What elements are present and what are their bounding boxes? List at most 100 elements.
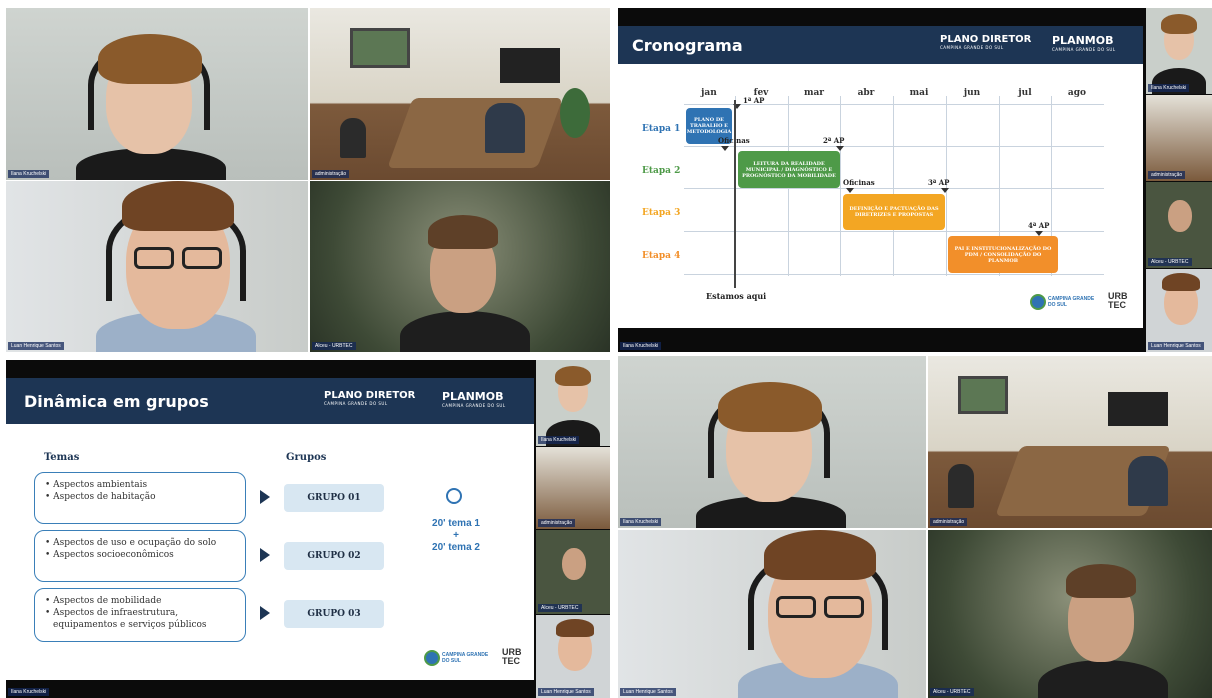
side-tile-alceu[interactable]: Alceu - URBTEC: [536, 530, 610, 614]
name-tag-luan: Luan Henrique Santos: [620, 688, 676, 696]
etapa-3-bar: DEFINIÇÃO E PACTUAÇÃO DAS DIRETRIZES E P…: [843, 194, 945, 230]
slide-header: Dinâmica em grupos PLANO DIRETOR CAMPINA…: [6, 378, 534, 424]
oficinas-label: Oficinas: [843, 178, 875, 187]
name-tag-admin: administração: [312, 170, 350, 178]
temas-box-3: • Aspectos de mobilidade • Aspectos de i…: [34, 588, 246, 642]
urbtec-logo: URB TEC: [1108, 291, 1128, 310]
quadrant-bottom-left: Dinâmica em grupos PLANO DIRETOR CAMPINA…: [6, 360, 610, 698]
tema-item: • Aspectos ambientais: [45, 480, 148, 490]
tema-item: • Aspectos de habitação: [45, 492, 156, 502]
slide-dinamica: Dinâmica em grupos PLANO DIRETOR CAMPINA…: [6, 378, 534, 680]
side-tile-admin[interactable]: administração: [536, 447, 610, 529]
arrow-icon: [260, 548, 270, 562]
tema-item: • Aspectos de mobilidade: [45, 596, 162, 606]
arrow-icon: [260, 490, 270, 504]
side-tile-luan[interactable]: Luan Henrique Santos: [536, 615, 610, 698]
planmob-logo: PLANMOB CAMPINA GRANDE DO SUL: [442, 390, 506, 408]
grupo-03: GRUPO 03: [284, 600, 384, 628]
ap1-label: 1ª AP: [743, 96, 765, 105]
municipality-seal: [424, 650, 440, 666]
name-tag-ilana: Ilana Kruchelski: [620, 518, 662, 526]
name-tag-admin: administração: [538, 519, 576, 527]
oficinas-marker: [846, 188, 854, 193]
quadrant-bottom-right: Ilana Kruchelski administração Luan Henr…: [618, 356, 1212, 698]
tema-item: equipamentos e serviços públicos: [53, 620, 207, 630]
oficinas-marker: [721, 146, 729, 151]
name-tag-alceu: Alceu - URBTEC: [538, 604, 582, 612]
participant-alceu: [400, 211, 530, 352]
quadrant-top-right: Cronograma PLANO DIRETOR CAMPINA GRANDE …: [618, 8, 1212, 352]
video-tile-ilana[interactable]: Ilana Kruchelski: [618, 356, 926, 528]
slide-header: Cronograma PLANO DIRETOR CAMPINA GRANDE …: [618, 26, 1143, 64]
side-tile-ilana[interactable]: Ilana Kruchelski: [1146, 8, 1212, 94]
quadrant-top-left: Ilana Kruchelski administração Luan Henr…: [0, 0, 610, 352]
temas-box-2: • Aspectos de uso e ocupação do solo • A…: [34, 530, 246, 582]
month-label: jun: [963, 88, 981, 98]
name-tag-admin: administração: [1148, 171, 1186, 179]
etapa-label: Etapa 2: [642, 166, 681, 176]
video-tile-alceu[interactable]: Alceu - URBTEC: [310, 181, 610, 352]
participant-ilana: [696, 376, 846, 528]
month-label: abr: [857, 88, 875, 98]
month-label: mar: [803, 88, 825, 98]
grupo-01: GRUPO 01: [284, 484, 384, 512]
slide-cronograma: Cronograma PLANO DIRETOR CAMPINA GRANDE …: [618, 26, 1143, 328]
side-tile-luan[interactable]: Luan Henrique Santos: [1146, 269, 1212, 352]
current-position-line: [734, 100, 736, 288]
etapa-4-bar: PAI E INSTITUCIONALIZAÇÃO DO PDM / CONSO…: [948, 236, 1058, 273]
name-tag-admin: administração: [930, 518, 968, 526]
name-tag-luan: Luan Henrique Santos: [1148, 342, 1204, 350]
month-label: ago: [1067, 88, 1087, 98]
etapa-label: Etapa 1: [642, 124, 681, 134]
temas-heading: Temas: [44, 452, 80, 463]
video-tile-admin[interactable]: administração: [928, 356, 1212, 528]
video-tile-luan[interactable]: Luan Henrique Santos: [618, 530, 926, 698]
name-tag-alceu: Alceu - URBTEC: [930, 688, 974, 696]
name-tag-ilana-main: Ilana Kruchelski: [620, 342, 662, 350]
planmob-logo: PLANMOB CAMPINA GRANDE DO SUL: [1052, 34, 1116, 52]
slide-bottom-bar: [618, 330, 1143, 352]
timer-plus: +: [453, 530, 459, 541]
temas-box-1: • Aspectos ambientais • Aspectos de habi…: [34, 472, 246, 524]
urbtec-logo: URB TEC: [502, 647, 522, 666]
arrow-icon: [260, 606, 270, 620]
name-tag-ilana: Ilana Kruchelski: [8, 170, 50, 178]
ap2-label: 2ª AP: [823, 136, 845, 145]
participant-ilana: [76, 28, 226, 180]
video-tile-admin[interactable]: administração: [310, 8, 610, 180]
video-tile-ilana[interactable]: Ilana Kruchelski: [6, 8, 308, 180]
grupos-heading: Grupos: [286, 452, 327, 463]
ap-marker: [836, 146, 844, 151]
ap4-label: 4ª AP: [1028, 221, 1050, 230]
video-tile-alceu[interactable]: Alceu - URBTEC: [928, 530, 1212, 698]
estamos-aqui-label: Estamos aqui: [706, 291, 767, 301]
video-tile-luan[interactable]: Luan Henrique Santos: [6, 181, 308, 352]
participant-alceu: [1038, 560, 1168, 698]
etapa-label: Etapa 4: [642, 251, 681, 261]
slide-title: Dinâmica em grupos: [24, 392, 209, 411]
ap-marker: [1035, 231, 1043, 236]
timer-1: 20' tema 1: [432, 518, 480, 529]
plano-diretor-logo: PLANO DIRETOR CAMPINA GRANDE DO SUL: [324, 390, 416, 406]
etapa-label: Etapa 3: [642, 208, 681, 218]
municipality-seal: [1030, 294, 1046, 310]
side-tile-admin[interactable]: administração: [1146, 95, 1212, 181]
participant-luan: [86, 181, 266, 352]
tema-item: • Aspectos socioeconômicos: [45, 550, 174, 560]
timer-2: 20' tema 2: [432, 542, 480, 553]
stopwatch-icon: [446, 488, 462, 504]
tema-item: • Aspectos de infraestrutura,: [45, 608, 179, 618]
ap-marker: [941, 188, 949, 193]
grupo-02: GRUPO 02: [284, 542, 384, 570]
name-tag-luan: Luan Henrique Santos: [538, 688, 594, 696]
ap3-label: 3ª AP: [928, 178, 950, 187]
name-tag-alceu: Alceu - URBTEC: [1148, 258, 1192, 266]
name-tag-ilana-main: Ilana Kruchelski: [8, 688, 50, 696]
slide-title: Cronograma: [632, 36, 743, 55]
plano-diretor-logo: PLANO DIRETOR CAMPINA GRANDE DO SUL: [940, 34, 1032, 50]
month-label: jul: [1018, 88, 1032, 98]
name-tag-ilana: Ilana Kruchelski: [538, 436, 580, 444]
side-tile-alceu[interactable]: Alceu - URBTEC: [1146, 182, 1212, 268]
tema-item: • Aspectos de uso e ocupação do solo: [45, 538, 217, 548]
side-tile-ilana[interactable]: Ilana Kruchelski: [536, 360, 610, 446]
